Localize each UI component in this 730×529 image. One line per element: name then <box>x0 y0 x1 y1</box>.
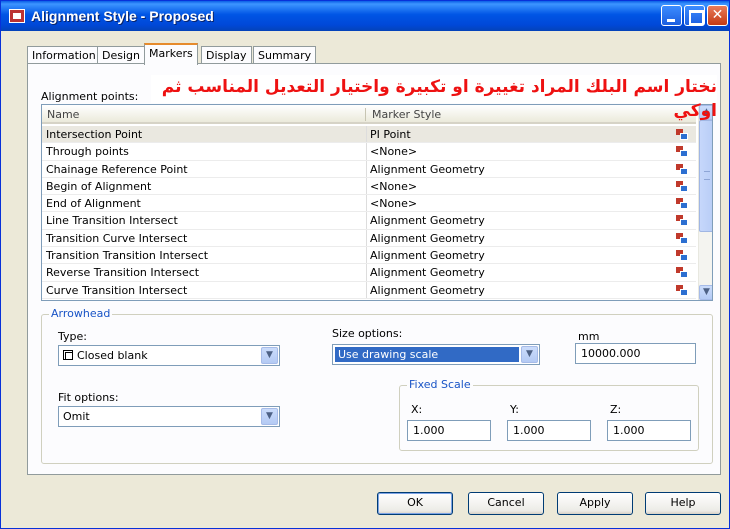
list-row[interactable]: Through points <None> <box>42 143 696 161</box>
scroll-down-icon[interactable]: ▼ <box>699 285 712 300</box>
size-options-dropdown[interactable]: Use drawing scale ▼ <box>332 344 540 365</box>
size-value-input[interactable]: 10000.000 <box>575 343 696 364</box>
list-header: Name Marker Style <box>42 105 696 124</box>
row-name: Reverse Transition Intersect <box>46 266 200 280</box>
x-scale-label: X: <box>411 403 423 416</box>
scroll-thumb[interactable] <box>699 120 712 232</box>
alignment-points-label: Alignment points: <box>41 90 139 103</box>
row-marker-style[interactable]: Alignment Geometry <box>370 249 485 262</box>
pick-style-icon[interactable] <box>676 250 688 262</box>
title-bar[interactable]: Alignment Style - Proposed ✕ <box>1 1 729 31</box>
list-row[interactable]: Intersection Point PI Point <box>42 126 696 144</box>
z-scale-input[interactable]: 1.000 <box>607 420 691 441</box>
minimize-button[interactable] <box>661 5 682 26</box>
tab-display[interactable]: Display <box>201 46 252 64</box>
z-scale-label: Z: <box>610 403 622 416</box>
row-marker-style[interactable]: Alignment Geometry <box>370 214 485 227</box>
type-value: Closed blank <box>63 349 148 362</box>
size-options-label: Size options: <box>332 327 403 340</box>
app-icon <box>9 9 25 23</box>
annotation-text: نختار اسم البلك المراد تغييرة او تكبيرة … <box>151 75 717 121</box>
row-marker-style[interactable]: <None> <box>370 180 417 193</box>
help-button[interactable]: Help <box>645 492 721 515</box>
y-scale-label: Y: <box>510 403 519 416</box>
tab-summary[interactable]: Summary <box>253 46 317 64</box>
chevron-down-icon[interactable]: ▼ <box>521 346 538 363</box>
alignment-points-list[interactable]: Name Marker Style Intersection Point PI P… <box>41 104 713 301</box>
row-name: Line Transition Intersect <box>46 214 178 228</box>
row-name: Transition Transition Intersect <box>46 249 209 263</box>
pick-style-icon[interactable] <box>676 215 688 227</box>
row-name: End of Alignment <box>46 197 141 211</box>
y-scale-input[interactable]: 1.000 <box>507 420 591 441</box>
fit-options-dropdown[interactable]: Omit ▼ <box>58 406 280 427</box>
tab-design[interactable]: Design <box>97 46 145 64</box>
column-header-marker-style[interactable]: Marker Style <box>372 108 441 121</box>
dialog-window: Alignment Style - Proposed ✕ Information… <box>0 0 730 529</box>
list-rows: Intersection Point PI Point Through point… <box>42 126 696 299</box>
row-marker-style[interactable]: Alignment Geometry <box>370 266 485 279</box>
fixed-scale-group <box>399 385 699 451</box>
closed-blank-arrow-icon <box>63 350 73 360</box>
row-marker-style[interactable]: Alignment Geometry <box>370 284 485 297</box>
ok-button[interactable]: OK <box>377 492 453 515</box>
list-row[interactable]: Curve Transition Intersect Alignment Geom… <box>42 281 696 299</box>
row-name: Through points <box>46 145 129 159</box>
pick-style-icon[interactable] <box>676 129 688 140</box>
tab-markers[interactable]: Markers <box>144 43 198 65</box>
row-marker-style[interactable]: PI Point <box>370 128 411 141</box>
chevron-down-icon[interactable]: ▼ <box>261 347 278 364</box>
row-marker-style[interactable]: Alignment Geometry <box>370 163 485 176</box>
list-row[interactable]: Transition Transition Intersect Alignment… <box>42 247 696 265</box>
row-marker-style[interactable]: <None> <box>370 197 417 210</box>
list-row[interactable]: Line Transition Intersect Alignment Geome… <box>42 212 696 230</box>
row-marker-style[interactable]: <None> <box>370 145 417 158</box>
pick-style-icon[interactable] <box>676 284 688 296</box>
pick-style-icon[interactable] <box>676 146 688 158</box>
row-name: Intersection Point <box>46 128 143 141</box>
column-header-name[interactable]: Name <box>47 108 79 121</box>
list-scrollbar[interactable]: ▲ ▼ <box>698 105 712 300</box>
list-row[interactable]: Begin of Alignment <None> <box>42 177 696 196</box>
unit-label: mm <box>578 330 600 343</box>
pick-style-icon[interactable] <box>676 163 688 175</box>
row-name: Curve Transition Intersect <box>46 283 188 297</box>
size-options-value: Use drawing scale <box>335 347 519 362</box>
list-row[interactable]: End of Alignment <None> <box>42 195 696 213</box>
pick-style-icon[interactable] <box>676 180 688 192</box>
pick-style-icon[interactable] <box>676 267 688 279</box>
pick-style-icon[interactable] <box>676 232 688 244</box>
fixed-scale-legend: Fixed Scale <box>407 378 473 391</box>
fit-options-label: Fit options: <box>58 391 119 404</box>
chevron-down-icon[interactable]: ▼ <box>261 408 278 425</box>
arrowhead-legend: Arrowhead <box>49 307 113 320</box>
list-row[interactable]: Transition Curve Intersect Alignment Geom… <box>42 229 696 248</box>
list-row[interactable]: Reverse Transition Intersect Alignment Ge… <box>42 264 696 282</box>
row-name: Transition Curve Intersect <box>46 231 188 245</box>
pick-style-icon[interactable] <box>676 198 688 210</box>
close-button[interactable]: ✕ <box>707 5 728 26</box>
type-label: Type: <box>58 330 87 343</box>
row-name: Chainage Reference Point <box>46 162 188 176</box>
row-name: Begin of Alignment <box>46 179 152 193</box>
cancel-button[interactable]: Cancel <box>468 492 544 515</box>
window-title: Alignment Style - Proposed <box>31 8 214 24</box>
tab-information[interactable]: Information <box>27 46 101 64</box>
type-dropdown[interactable]: Closed blank ▼ <box>58 345 280 366</box>
x-scale-input[interactable]: 1.000 <box>407 420 491 441</box>
apply-button[interactable]: Apply <box>557 492 633 515</box>
row-marker-style[interactable]: Alignment Geometry <box>370 232 485 245</box>
maximize-button[interactable] <box>684 5 705 26</box>
list-row[interactable]: Chainage Reference Point Alignment Geomet… <box>42 160 696 178</box>
fit-options-value: Omit <box>63 410 90 423</box>
